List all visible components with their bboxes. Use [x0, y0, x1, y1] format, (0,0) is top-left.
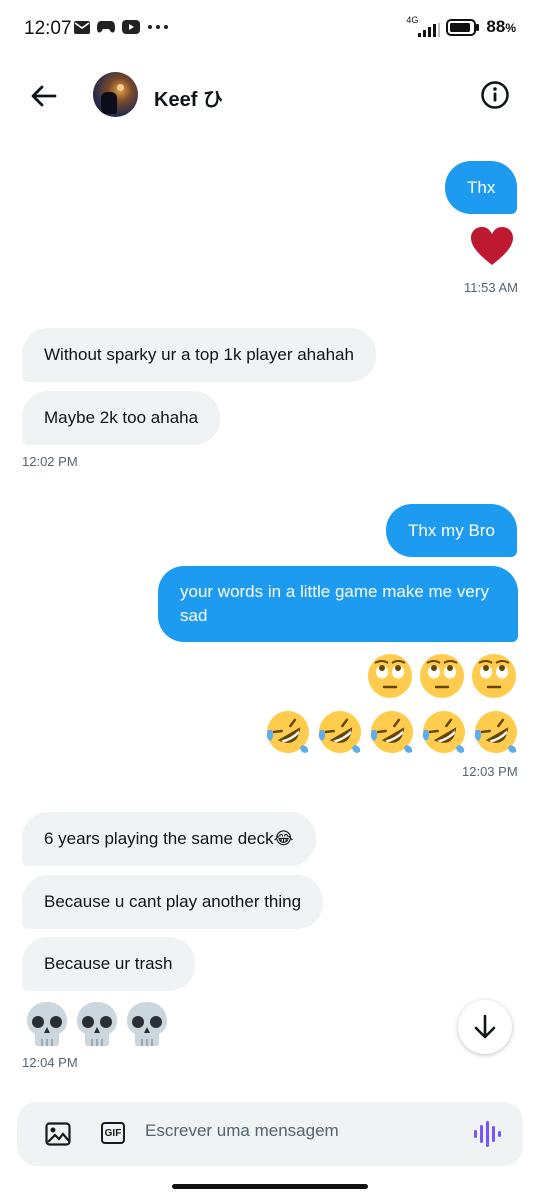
mail-icon — [74, 20, 90, 34]
contact-avatar[interactable] — [93, 72, 138, 117]
signal-bars-icon — [418, 23, 441, 37]
skull-emoji-icon — [127, 1002, 167, 1046]
gif-button[interactable]: GIF — [101, 1122, 125, 1144]
scroll-to-bottom-button[interactable] — [458, 1000, 512, 1054]
back-arrow-icon — [31, 85, 57, 107]
image-icon — [45, 1122, 71, 1146]
status-bar: 12:07 4G 88% — [0, 0, 540, 58]
rolling-eyes-emoji-icon — [420, 654, 464, 698]
more-dots-icon — [148, 25, 168, 29]
message-bubble-received[interactable]: Maybe 2k too ahaha — [22, 391, 221, 445]
conversation-header: Keef ひ — [0, 58, 540, 134]
message-text: Maybe 2k too ahaha — [44, 408, 199, 427]
message-bubble-sent[interactable]: your words in a little game make me very… — [158, 566, 518, 642]
voice-waveform-icon — [474, 1121, 501, 1147]
message-bubble-received[interactable]: Because u cant play another thing — [22, 875, 324, 929]
gif-label: GIF — [104, 1127, 122, 1139]
info-icon — [481, 81, 509, 109]
emoji-message-face-with-rolling-eyes[interactable] — [366, 652, 518, 700]
system-icons: 4G 88% — [406, 15, 516, 37]
skull-emoji-icon — [27, 1002, 67, 1046]
signal-indicator: 4G — [406, 15, 441, 37]
message-text-line: sad — [180, 606, 208, 625]
message-text: Because ur trash — [44, 954, 173, 973]
game-controller-icon — [97, 21, 115, 33]
message-timestamp: 12:02 PM — [22, 454, 78, 469]
emoji-message-skull[interactable] — [24, 1000, 170, 1048]
heart-icon — [471, 227, 513, 265]
battery-unit: % — [505, 21, 516, 35]
notification-icons — [74, 20, 169, 34]
message-text: Without sparky ur a top 1k player ahahah — [44, 345, 354, 364]
message-text: Because u cant play another thing — [44, 892, 302, 911]
battery-icon — [446, 18, 480, 36]
network-type: 4G — [406, 15, 419, 25]
message-timestamp: 12:03 PM — [462, 764, 518, 779]
voice-message-button[interactable] — [473, 1121, 501, 1152]
message-timestamp: 12:04 PM — [22, 1055, 78, 1070]
message-timestamp: 11:53 AM — [464, 280, 518, 295]
rofl-emoji-icon — [474, 711, 517, 753]
message-text-line: your words in a little game make me very — [180, 582, 489, 601]
emoji-message-rolling-on-floor-laughing[interactable] — [264, 708, 520, 756]
message-bubble-received[interactable]: 6 years playing the same deck😂 — [22, 812, 316, 866]
youtube-icon — [122, 20, 140, 34]
battery-percent: 88 — [486, 17, 506, 36]
arrow-down-icon — [474, 1014, 496, 1039]
rofl-emoji-icon — [266, 711, 309, 753]
add-photo-button[interactable] — [45, 1122, 71, 1151]
rofl-emoji-icon — [422, 711, 465, 753]
message-composer: GIF Escrever uma mensagem — [17, 1102, 523, 1166]
message-text: 6 years playing the same deck😂 — [44, 829, 294, 848]
status-time: 12:07 — [24, 18, 72, 39]
message-bubble-sent[interactable]: Thx — [445, 161, 518, 214]
heart-reaction[interactable] — [470, 226, 514, 271]
rolling-eyes-emoji-icon — [472, 654, 516, 698]
conversation-info-button[interactable] — [480, 80, 510, 110]
skull-emoji-icon — [77, 1002, 117, 1046]
back-button[interactable] — [28, 80, 60, 112]
rolling-eyes-emoji-icon — [368, 654, 412, 698]
message-bubble-sent[interactable]: Thx my Bro — [386, 504, 517, 557]
message-bubble-received[interactable]: Without sparky ur a top 1k player ahahah — [22, 328, 376, 382]
battery-level: 88% — [486, 17, 516, 37]
message-text: Thx my Bro — [408, 520, 495, 540]
message-bubble-received[interactable]: Because ur trash — [22, 937, 195, 991]
rofl-emoji-icon — [370, 711, 413, 753]
message-input[interactable]: Escrever uma mensagem — [145, 1121, 339, 1141]
message-text: Thx — [467, 177, 496, 197]
home-indicator[interactable] — [172, 1184, 368, 1189]
rofl-emoji-icon — [318, 711, 361, 753]
contact-name[interactable]: Keef ひ — [154, 83, 223, 112]
